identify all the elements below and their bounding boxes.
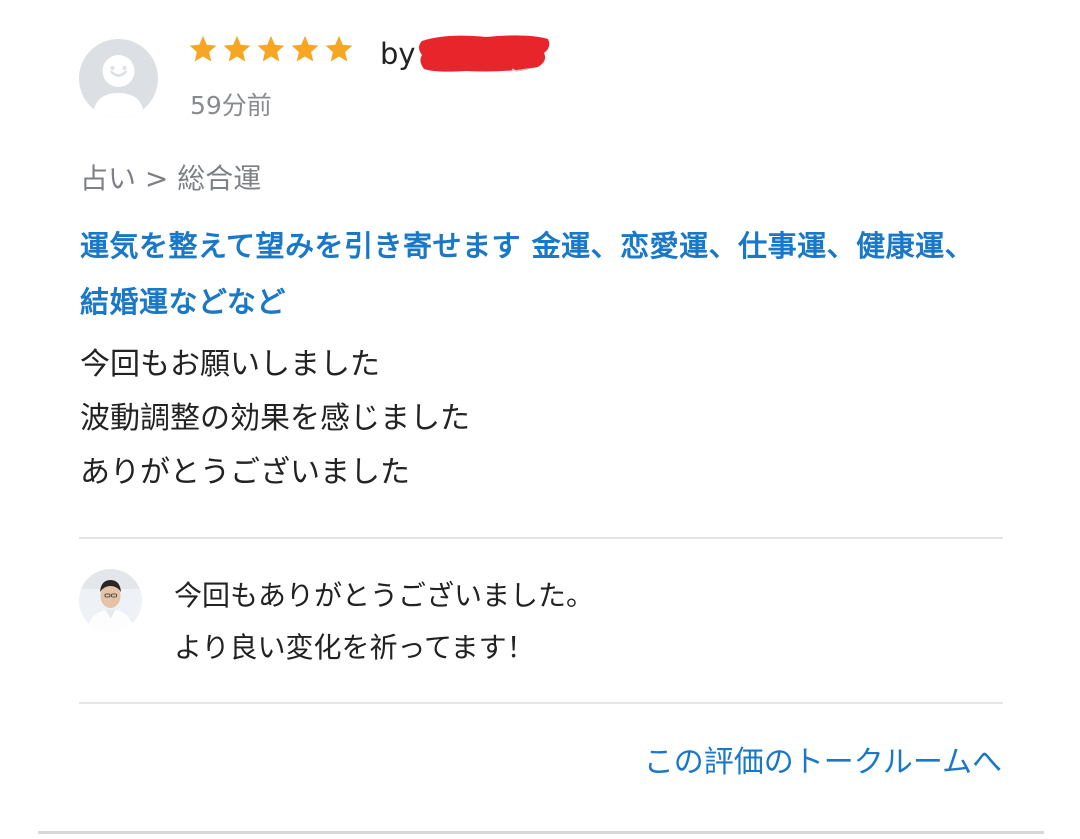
review-timestamp: 59分前 bbox=[190, 91, 272, 120]
talkroom-link[interactable]: この評価のトークルームへ bbox=[644, 738, 1002, 788]
seller-avatar[interactable] bbox=[79, 569, 142, 632]
by-label: by bbox=[380, 37, 416, 71]
star-icon bbox=[257, 35, 285, 62]
default-user-icon bbox=[79, 39, 158, 118]
redaction-mark bbox=[419, 35, 550, 72]
reply-text-line: 今回もありがとうございました。 bbox=[174, 579, 595, 612]
review-card: by 59分前 占い > 総合運 運気を整えて望みを引き寄せます 金運、恋愛運、… bbox=[0, 0, 1080, 839]
review-text-line: 波動調整の効果を感じました bbox=[80, 401, 470, 436]
star-icon bbox=[189, 35, 217, 62]
service-title-link[interactable]: 運気を整えて望みを引き寄せます 金運、恋愛運、仕事運、健康運、結婚運などなど bbox=[80, 218, 1000, 330]
review-text-line: ありがとうございました bbox=[80, 455, 410, 490]
star-icon bbox=[291, 35, 319, 62]
reply-text-line: より良い変化を祈ってます！ bbox=[174, 631, 535, 664]
seller-reply: 今回もありがとうございました。 より良い変化を祈ってます！ bbox=[174, 570, 994, 674]
star-icon bbox=[223, 35, 251, 62]
card-bottom-border bbox=[38, 831, 1044, 834]
star-rating bbox=[188, 34, 354, 72]
review-text-line: 今回もお願いしました bbox=[80, 347, 380, 382]
review-text: 今回もお願いしました 波動調整の効果を感じました ありがとうございました bbox=[80, 338, 1000, 500]
reviewer-avatar[interactable] bbox=[79, 39, 158, 118]
redacted-reviewer-name[interactable] bbox=[416, 31, 552, 75]
divider bbox=[79, 702, 1003, 704]
star-icon bbox=[325, 35, 353, 62]
seller-photo-icon bbox=[79, 569, 142, 632]
divider bbox=[79, 537, 1003, 539]
service-category-breadcrumb[interactable]: 占い > 総合運 bbox=[80, 160, 261, 198]
